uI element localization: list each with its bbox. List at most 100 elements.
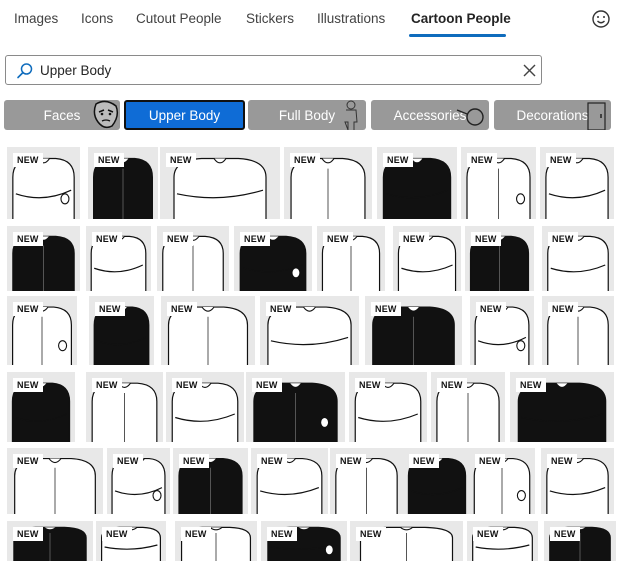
new-badge: NEW bbox=[13, 232, 43, 246]
new-badge: NEW bbox=[516, 378, 546, 392]
new-badge: NEW bbox=[290, 153, 320, 167]
sticker-tile[interactable]: NEW bbox=[86, 372, 163, 442]
tab-illustrations[interactable]: Illustrations bbox=[317, 11, 385, 26]
new-badge: NEW bbox=[266, 302, 296, 316]
sticker-tile[interactable]: NEW bbox=[544, 521, 616, 561]
tab-images[interactable]: Images bbox=[14, 11, 58, 26]
new-badge: NEW bbox=[172, 378, 202, 392]
tab-stickers[interactable]: Stickers bbox=[246, 11, 294, 26]
sticker-tile[interactable]: NEW bbox=[541, 448, 614, 514]
face-sketch-icon bbox=[93, 100, 119, 129]
sticker-tile[interactable]: NEW bbox=[431, 372, 505, 442]
category-label: Upper Body bbox=[148, 108, 221, 123]
frame-sketch-icon bbox=[587, 102, 606, 130]
new-badge: NEW bbox=[166, 153, 196, 167]
sticker-tile[interactable]: NEW bbox=[88, 147, 158, 219]
sticker-tile[interactable]: NEW bbox=[173, 448, 248, 514]
sticker-tile[interactable]: NEW bbox=[403, 448, 471, 514]
sticker-tile[interactable]: NEW bbox=[260, 296, 359, 365]
new-badge: NEW bbox=[267, 527, 297, 541]
new-badge: NEW bbox=[102, 527, 132, 541]
new-badge: NEW bbox=[94, 153, 124, 167]
tab-icons[interactable]: Icons bbox=[81, 11, 113, 26]
new-badge: NEW bbox=[437, 378, 467, 392]
tab-bar: Images Icons Cutout People Stickers Illu… bbox=[0, 0, 624, 40]
new-badge: NEW bbox=[336, 454, 366, 468]
sticker-tile[interactable]: NEW bbox=[349, 372, 427, 442]
sticker-tile[interactable]: NEW bbox=[7, 448, 103, 514]
results-grid: NEW NEW NEW NEW NEW NEW NEW NEW NEW NEW NEW NEW NEW N… bbox=[0, 143, 624, 561]
new-badge: NEW bbox=[355, 378, 385, 392]
sticker-tile[interactable]: NEW bbox=[160, 147, 280, 219]
sticker-tile[interactable]: NEW bbox=[89, 296, 154, 365]
new-badge: NEW bbox=[471, 232, 501, 246]
sticker-tile[interactable]: NEW bbox=[246, 372, 345, 442]
new-badge: NEW bbox=[252, 378, 282, 392]
sticker-tile[interactable]: NEW bbox=[107, 448, 170, 514]
new-badge: NEW bbox=[356, 527, 386, 541]
search-icon bbox=[17, 63, 33, 79]
new-badge: NEW bbox=[113, 454, 143, 468]
search-input[interactable] bbox=[40, 59, 500, 81]
full-body-sketch-icon bbox=[344, 100, 358, 130]
sticker-tile[interactable]: NEW bbox=[317, 226, 385, 291]
new-badge: NEW bbox=[548, 232, 578, 246]
sticker-tile[interactable]: NEW bbox=[377, 147, 457, 219]
sticker-tile[interactable]: NEW bbox=[330, 448, 403, 514]
sticker-tile[interactable]: NEW bbox=[7, 372, 75, 442]
sticker-tile[interactable]: NEW bbox=[470, 296, 534, 365]
new-badge: NEW bbox=[476, 302, 506, 316]
sticker-tile[interactable]: NEW bbox=[510, 372, 614, 442]
new-badge: NEW bbox=[13, 378, 43, 392]
new-badge: NEW bbox=[13, 153, 43, 167]
sticker-tile[interactable]: NEW bbox=[7, 521, 93, 561]
new-badge: NEW bbox=[13, 302, 43, 316]
sticker-tile[interactable]: NEW bbox=[7, 147, 80, 219]
category-decorations-button[interactable]: Decorations bbox=[494, 100, 611, 130]
category-accessories-button[interactable]: Accessories bbox=[371, 100, 489, 130]
new-badge: NEW bbox=[240, 232, 270, 246]
sticker-tile[interactable]: NEW bbox=[284, 147, 372, 219]
new-badge: NEW bbox=[467, 153, 497, 167]
new-badge: NEW bbox=[550, 527, 580, 541]
sticker-tile[interactable]: NEW bbox=[96, 521, 166, 561]
new-badge: NEW bbox=[409, 454, 439, 468]
glasses-sketch-icon bbox=[456, 108, 484, 126]
new-badge: NEW bbox=[95, 302, 125, 316]
new-badge: NEW bbox=[547, 454, 577, 468]
sticker-tile[interactable]: NEW bbox=[542, 296, 614, 365]
new-badge: NEW bbox=[473, 527, 503, 541]
tab-cartoon-people[interactable]: Cartoon People bbox=[411, 11, 511, 26]
sticker-tile[interactable]: NEW bbox=[7, 226, 80, 291]
sticker-tile[interactable]: NEW bbox=[161, 296, 255, 365]
sticker-tile[interactable]: NEW bbox=[157, 226, 229, 291]
close-icon[interactable] bbox=[522, 63, 537, 78]
new-badge: NEW bbox=[92, 232, 122, 246]
sticker-tile[interactable]: NEW bbox=[251, 448, 328, 514]
tab-cutout-people[interactable]: Cutout People bbox=[136, 11, 222, 26]
new-badge: NEW bbox=[13, 527, 43, 541]
smiley-icon[interactable] bbox=[590, 8, 612, 30]
category-faces-button[interactable]: Faces bbox=[4, 100, 120, 130]
category-upper-body-button[interactable]: Upper Body bbox=[124, 100, 245, 130]
sticker-tile[interactable]: NEW bbox=[540, 147, 614, 219]
sticker-tile[interactable]: NEW bbox=[166, 372, 244, 442]
sticker-tile[interactable]: NEW bbox=[469, 448, 535, 514]
sticker-tile[interactable]: NEW bbox=[86, 226, 151, 291]
sticker-tile[interactable]: NEW bbox=[465, 226, 534, 291]
sticker-tile[interactable]: NEW bbox=[365, 296, 462, 365]
sticker-tile[interactable]: NEW bbox=[175, 521, 257, 561]
sticker-tile[interactable]: NEW bbox=[461, 147, 536, 219]
category-full-body-button[interactable]: Full Body bbox=[248, 100, 366, 130]
new-badge: NEW bbox=[323, 232, 353, 246]
new-badge: NEW bbox=[163, 232, 193, 246]
sticker-tile[interactable]: NEW bbox=[261, 521, 347, 561]
sticker-tile[interactable]: NEW bbox=[234, 226, 312, 291]
sticker-tile[interactable]: NEW bbox=[350, 521, 463, 561]
new-badge: NEW bbox=[257, 454, 287, 468]
new-badge: NEW bbox=[92, 378, 122, 392]
sticker-tile[interactable]: NEW bbox=[542, 226, 614, 291]
sticker-tile[interactable]: NEW bbox=[467, 521, 538, 561]
sticker-tile[interactable]: NEW bbox=[7, 296, 77, 365]
sticker-tile[interactable]: NEW bbox=[393, 226, 461, 291]
